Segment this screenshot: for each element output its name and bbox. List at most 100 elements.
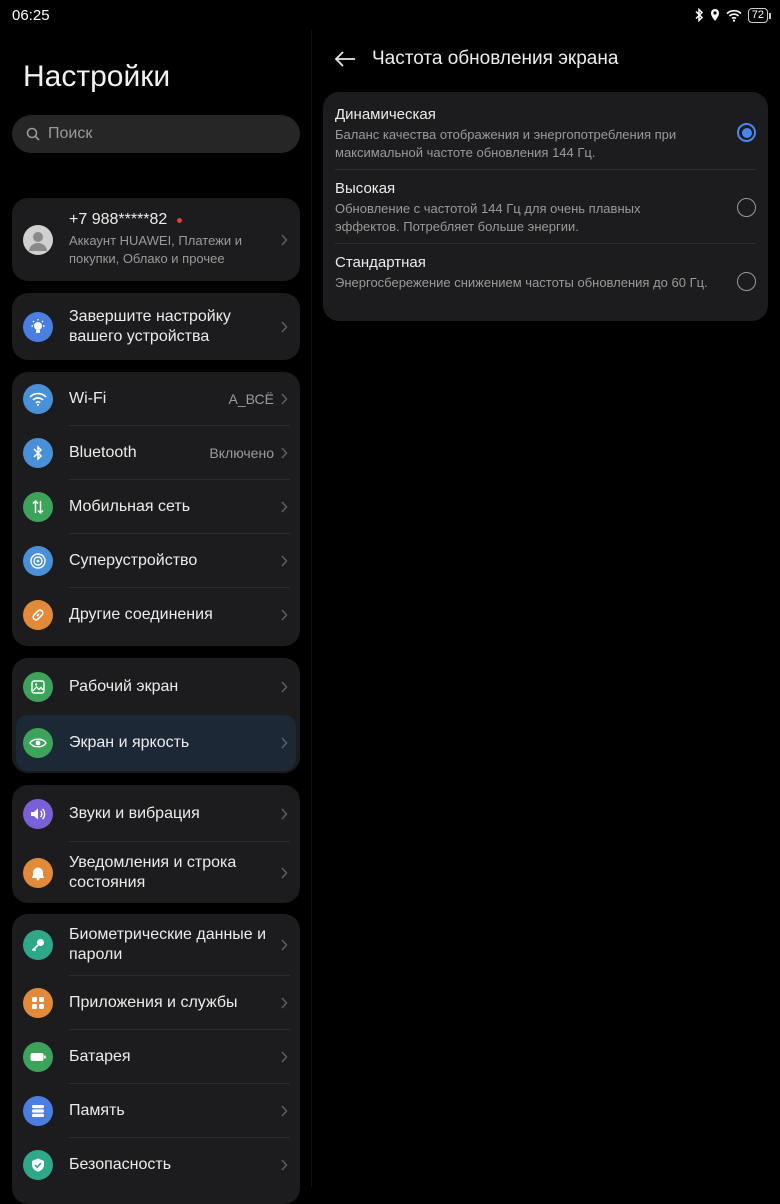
option-title: Динамическая	[335, 106, 436, 123]
bell-icon	[23, 857, 53, 888]
sidebar-item-sounds[interactable]: Звуки и вибрация	[12, 785, 300, 842]
search-input[interactable]: Поиск	[12, 115, 300, 153]
sidebar-item-biometrics[interactable]: Биометрические данные и пароли	[12, 914, 300, 976]
sidebar-item-security[interactable]: Безопасность	[12, 1138, 300, 1192]
sidebar-item-label: Рабочий экран	[69, 677, 179, 695]
account-card[interactable]: +7 988*****82 Аккаунт HUAWEI, Платежи и …	[12, 198, 300, 281]
sound-card: Звуки и вибрация Уведомления и строка со…	[12, 785, 300, 903]
location-status-icon	[710, 9, 719, 21]
chevron-right-icon	[281, 501, 288, 513]
option-desc: Энергосбережение снижением частоты обнов…	[335, 275, 708, 290]
avatar	[23, 224, 53, 255]
sidebar-item-label: Уведомления и строка состояния	[69, 853, 237, 891]
sidebar-item-battery[interactable]: Батарея	[12, 1030, 300, 1084]
page-title: Настройки	[23, 60, 171, 93]
sidebar-item-label: Bluetooth	[69, 444, 137, 461]
status-bar: 06:25 72	[0, 0, 780, 30]
sidebar-item-super-device[interactable]: Суперустройство	[12, 534, 300, 588]
display-card: Рабочий экран Экран и яркость	[12, 658, 300, 773]
option-desc: Баланс качества отображения и энергопотр…	[335, 127, 677, 160]
storage-icon	[23, 1096, 53, 1126]
sidebar-item-notifications[interactable]: Уведомления и строка состояния	[12, 842, 300, 903]
account-subtitle: Аккаунт HUAWEI, Платежи и покупки, Облак…	[69, 233, 242, 266]
chevron-right-icon	[281, 866, 288, 879]
super-device-icon	[23, 546, 53, 576]
setup-label: Завершите настройку вашего устройства	[69, 307, 231, 345]
sidebar-item-label: Биометрические данные и пароли	[69, 926, 267, 963]
eye-icon	[23, 728, 53, 758]
search-icon	[26, 127, 40, 141]
sidebar-item-storage[interactable]: Память	[12, 1084, 300, 1138]
battery-indicator: 72	[747, 7, 772, 23]
back-arrow-icon[interactable]	[334, 50, 356, 68]
sidebar-item-label: Суперустройство	[69, 552, 198, 569]
sidebar-item-label: Мобильная сеть	[69, 498, 191, 515]
status-time: 06:25	[12, 6, 50, 24]
refresh-rate-options: Динамическая Баланс качества отображения…	[323, 92, 768, 321]
sidebar-item-mobile-network[interactable]: Мобильная сеть	[12, 480, 300, 534]
detail-title: Частота обновления экрана	[372, 48, 619, 69]
option-dynamic[interactable]: Динамическая Баланс качества отображения…	[335, 106, 756, 170]
setup-card[interactable]: Завершите настройку вашего устройства	[12, 293, 300, 360]
lightbulb-icon	[23, 311, 53, 342]
sidebar-item-other-connections[interactable]: Другие соединения	[12, 588, 300, 642]
chevron-right-icon	[281, 1159, 288, 1171]
option-desc: Обновление с частотой 144 Гц для очень п…	[335, 201, 641, 234]
sidebar-item-label: Память	[69, 1102, 125, 1119]
chevron-right-icon	[281, 393, 288, 405]
chevron-right-icon	[281, 737, 288, 749]
radio-unselected[interactable]	[737, 198, 756, 217]
notification-dot	[177, 217, 183, 223]
radio-selected[interactable]	[737, 123, 756, 142]
chevron-right-icon	[281, 447, 288, 459]
sidebar-item-label: Безопасность	[69, 1156, 172, 1173]
account-phone: +7 988*****82	[69, 211, 168, 228]
sidebar-item-label: Экран и яркость	[69, 734, 190, 751]
chevron-right-icon	[281, 1105, 288, 1117]
link-icon	[23, 600, 53, 630]
chevron-right-icon	[281, 997, 288, 1009]
option-standard[interactable]: Стандартная Энергосбережение снижением ч…	[335, 254, 756, 314]
sidebar-item-bluetooth[interactable]: Bluetooth Включено	[12, 426, 300, 480]
wifi-network-value: A_ВСЁ	[228, 391, 274, 407]
battery-icon	[23, 1042, 53, 1072]
sidebar-item-label: Приложения и службы	[69, 994, 238, 1011]
detail-header: Частота обновления экрана	[334, 44, 618, 74]
sidebar-item-apps[interactable]: Приложения и службы	[12, 976, 300, 1030]
option-title: Стандартная	[335, 254, 426, 271]
sidebar-item-label: Wi-Fi	[69, 390, 107, 407]
system-card: Биометрические данные и пароли Приложени…	[12, 914, 300, 1204]
sidebar-item-display-brightness[interactable]: Экран и яркость	[16, 715, 296, 771]
mobile-network-icon	[23, 492, 53, 522]
chevron-right-icon	[281, 680, 288, 693]
wifi-icon	[23, 384, 53, 414]
chevron-right-icon	[281, 939, 288, 951]
sidebar-item-home-screen[interactable]: Рабочий экран	[12, 658, 300, 715]
chevron-right-icon	[281, 320, 288, 333]
chevron-right-icon	[281, 807, 288, 820]
speaker-icon	[23, 798, 53, 829]
chevron-right-icon	[281, 1051, 288, 1063]
wifi-status-icon	[726, 9, 742, 22]
apps-icon	[23, 988, 53, 1018]
key-icon	[23, 930, 53, 960]
connectivity-card: Wi-Fi A_ВСЁ Bluetooth Включено Мобильная…	[12, 372, 300, 646]
pane-divider	[311, 30, 312, 1187]
radio-unselected[interactable]	[737, 272, 756, 291]
search-placeholder: Поиск	[48, 125, 93, 142]
sidebar-item-label: Батарея	[69, 1048, 131, 1065]
chevron-right-icon	[281, 555, 288, 567]
sidebar-item-label: Другие соединения	[69, 606, 213, 623]
option-title: Высокая	[335, 180, 396, 197]
chevron-right-icon	[281, 609, 288, 621]
chevron-right-icon	[281, 233, 288, 246]
sidebar-item-label: Звуки и вибрация	[69, 804, 200, 822]
home-screen-icon	[23, 671, 53, 702]
bluetooth-status-icon	[695, 8, 703, 22]
bluetooth-icon	[23, 438, 53, 468]
bluetooth-status-value: Включено	[209, 445, 274, 461]
status-icons: 72	[694, 7, 772, 23]
sidebar-item-wifi[interactable]: Wi-Fi A_ВСЁ	[12, 372, 300, 426]
option-high[interactable]: Высокая Обновление с частотой 144 Гц для…	[335, 180, 756, 244]
shield-icon	[23, 1150, 53, 1180]
